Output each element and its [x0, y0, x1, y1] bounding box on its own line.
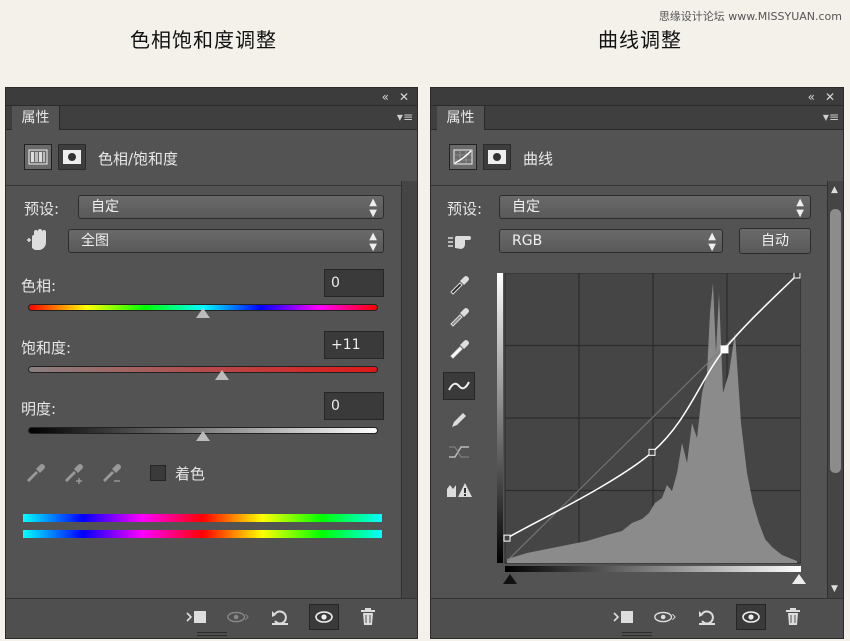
preset-label: 预设: — [447, 200, 483, 218]
saturation-input[interactable]: +11 — [324, 331, 384, 359]
chevron-updown-icon: ▲ ▼ — [708, 231, 716, 253]
tab-properties[interactable]: 属性 — [12, 106, 60, 130]
preset-select[interactable]: 自定 ▲ ▼ — [78, 195, 384, 219]
white-point-slider[interactable] — [792, 574, 806, 584]
tab-row: 属性 ▾≡ — [431, 106, 843, 130]
resize-grip[interactable] — [196, 632, 227, 636]
reset-icon[interactable] — [695, 607, 719, 627]
pencil-draw-icon[interactable] — [443, 406, 475, 434]
watermark: 思缘设计论坛 www.MISSYUAN.com — [658, 10, 842, 23]
panel-footer — [6, 598, 417, 638]
saturation-slider-thumb[interactable] — [215, 370, 230, 380]
adjustment-header: 曲线 — [431, 130, 843, 186]
saturation-label: 饱和度: — [21, 339, 72, 357]
chevron-updown-icon: ▲ ▼ — [796, 197, 804, 219]
output-color-range-bar — [23, 530, 382, 538]
close-icon[interactable]: ✕ — [399, 89, 409, 105]
preset-select[interactable]: 自定 ▲ ▼ — [499, 195, 811, 219]
mask-icon[interactable] — [58, 144, 86, 170]
panel-titlebar: « ✕ — [6, 88, 417, 106]
hue-label: 色相: — [21, 277, 57, 295]
preset-value: 自定 — [512, 199, 540, 215]
channel-select[interactable]: 全图 ▲ ▼ — [68, 229, 384, 253]
lightness-label: 明度: — [21, 400, 57, 418]
input-gradient-bar — [505, 566, 801, 572]
edit-points-curve-icon[interactable] — [443, 372, 475, 400]
curve-control-point[interactable] — [720, 345, 729, 354]
visibility-eye-icon[interactable] — [309, 604, 339, 630]
target-adjustment-hand-icon[interactable] — [26, 228, 52, 256]
auto-button[interactable]: 自动 — [739, 228, 811, 254]
curves-heading: 曲线调整 — [598, 28, 682, 52]
curve-control-point[interactable] — [503, 534, 511, 542]
sample-shadows-eyedropper-icon[interactable] — [443, 270, 475, 298]
tab-properties[interactable]: 属性 — [437, 106, 485, 130]
sample-highlights-eyedropper-icon[interactable] — [443, 334, 475, 362]
panel-menu-icon[interactable]: ▾≡ — [823, 110, 839, 124]
colorize-checkbox[interactable] — [150, 465, 166, 481]
adjustment-header: 色相/饱和度 — [6, 130, 417, 186]
panel-menu-icon[interactable]: ▾≡ — [397, 110, 413, 124]
adjustment-title: 色相/饱和度 — [98, 150, 179, 168]
scroll-up-icon[interactable]: ▲ — [831, 185, 838, 195]
visibility-eye-icon[interactable] — [736, 604, 766, 630]
reset-icon[interactable] — [268, 607, 292, 627]
chevron-updown-icon: ▲ ▼ — [369, 197, 377, 219]
channel-value: RGB — [512, 233, 543, 249]
view-previous-state-icon[interactable] — [226, 607, 250, 627]
collapse-icon[interactable]: « — [808, 89, 815, 105]
curve-control-point[interactable] — [793, 271, 801, 279]
eyedropper-plus-icon[interactable] — [62, 461, 86, 489]
channel-value: 全图 — [81, 233, 109, 249]
eyedropper-minus-icon[interactable] — [100, 461, 124, 489]
clip-to-layer-icon[interactable] — [184, 607, 208, 627]
curves-panel: « ✕ 属性 ▾≡ 曲线 预设: 自定 ▲ ▼ RGB ▲ ▼ 自动 ▲ ▼ — [430, 87, 844, 639]
curves-graph[interactable] — [497, 271, 802, 575]
collapse-icon[interactable]: « — [382, 89, 389, 105]
trash-icon[interactable] — [781, 607, 805, 627]
adjustment-layer-icon[interactable] — [24, 144, 52, 170]
resize-grip[interactable] — [622, 632, 652, 636]
curves-layer-icon[interactable] — [449, 144, 477, 170]
panel-scrollbar[interactable]: ▲ ▼ — [827, 181, 843, 598]
smooth-curve-icon[interactable] — [443, 438, 475, 466]
hue-input[interactable]: 0 — [324, 269, 384, 297]
clip-to-layer-icon[interactable] — [611, 607, 635, 627]
saturation-slider-track[interactable] — [28, 366, 378, 373]
input-color-range-bar — [23, 514, 382, 522]
black-point-slider[interactable] — [503, 574, 517, 584]
lightness-slider-thumb[interactable] — [196, 431, 210, 441]
panel-scrollbar[interactable] — [401, 181, 417, 598]
view-previous-state-icon[interactable] — [653, 607, 677, 627]
hue-saturation-heading: 色相饱和度调整 — [130, 28, 277, 52]
mask-icon[interactable] — [483, 144, 511, 170]
scroll-thumb[interactable] — [830, 209, 841, 473]
tab-row: 属性 ▾≡ — [6, 106, 417, 130]
panel-footer — [431, 598, 843, 638]
lightness-input[interactable]: 0 — [324, 392, 384, 420]
panel-titlebar: « ✕ — [431, 88, 843, 106]
preset-label: 预设: — [24, 200, 60, 218]
colorize-label: 着色 — [175, 465, 206, 483]
channel-select[interactable]: RGB ▲ ▼ — [499, 229, 723, 253]
adjustment-title: 曲线 — [523, 150, 554, 168]
close-icon[interactable]: ✕ — [825, 89, 835, 105]
sample-midtones-eyedropper-icon[interactable] — [443, 302, 475, 330]
hue-slider-thumb[interactable] — [196, 308, 210, 318]
eyedropper-icon[interactable] — [24, 461, 46, 487]
scroll-down-icon[interactable]: ▼ — [831, 584, 838, 594]
clipping-warning-icon[interactable] — [443, 476, 475, 504]
chevron-updown-icon: ▲ ▼ — [369, 231, 377, 253]
curve-control-point[interactable] — [648, 448, 656, 456]
trash-icon[interactable] — [356, 607, 380, 627]
target-adjustment-hand-icon[interactable] — [447, 230, 475, 256]
preset-value: 自定 — [91, 199, 119, 215]
hue-saturation-panel: « ✕ 属性 ▾≡ 色相/饱和度 预设: 自定 ▲ ▼ 全图 ▲ ▼ 色相: 0 饱… — [5, 87, 418, 639]
